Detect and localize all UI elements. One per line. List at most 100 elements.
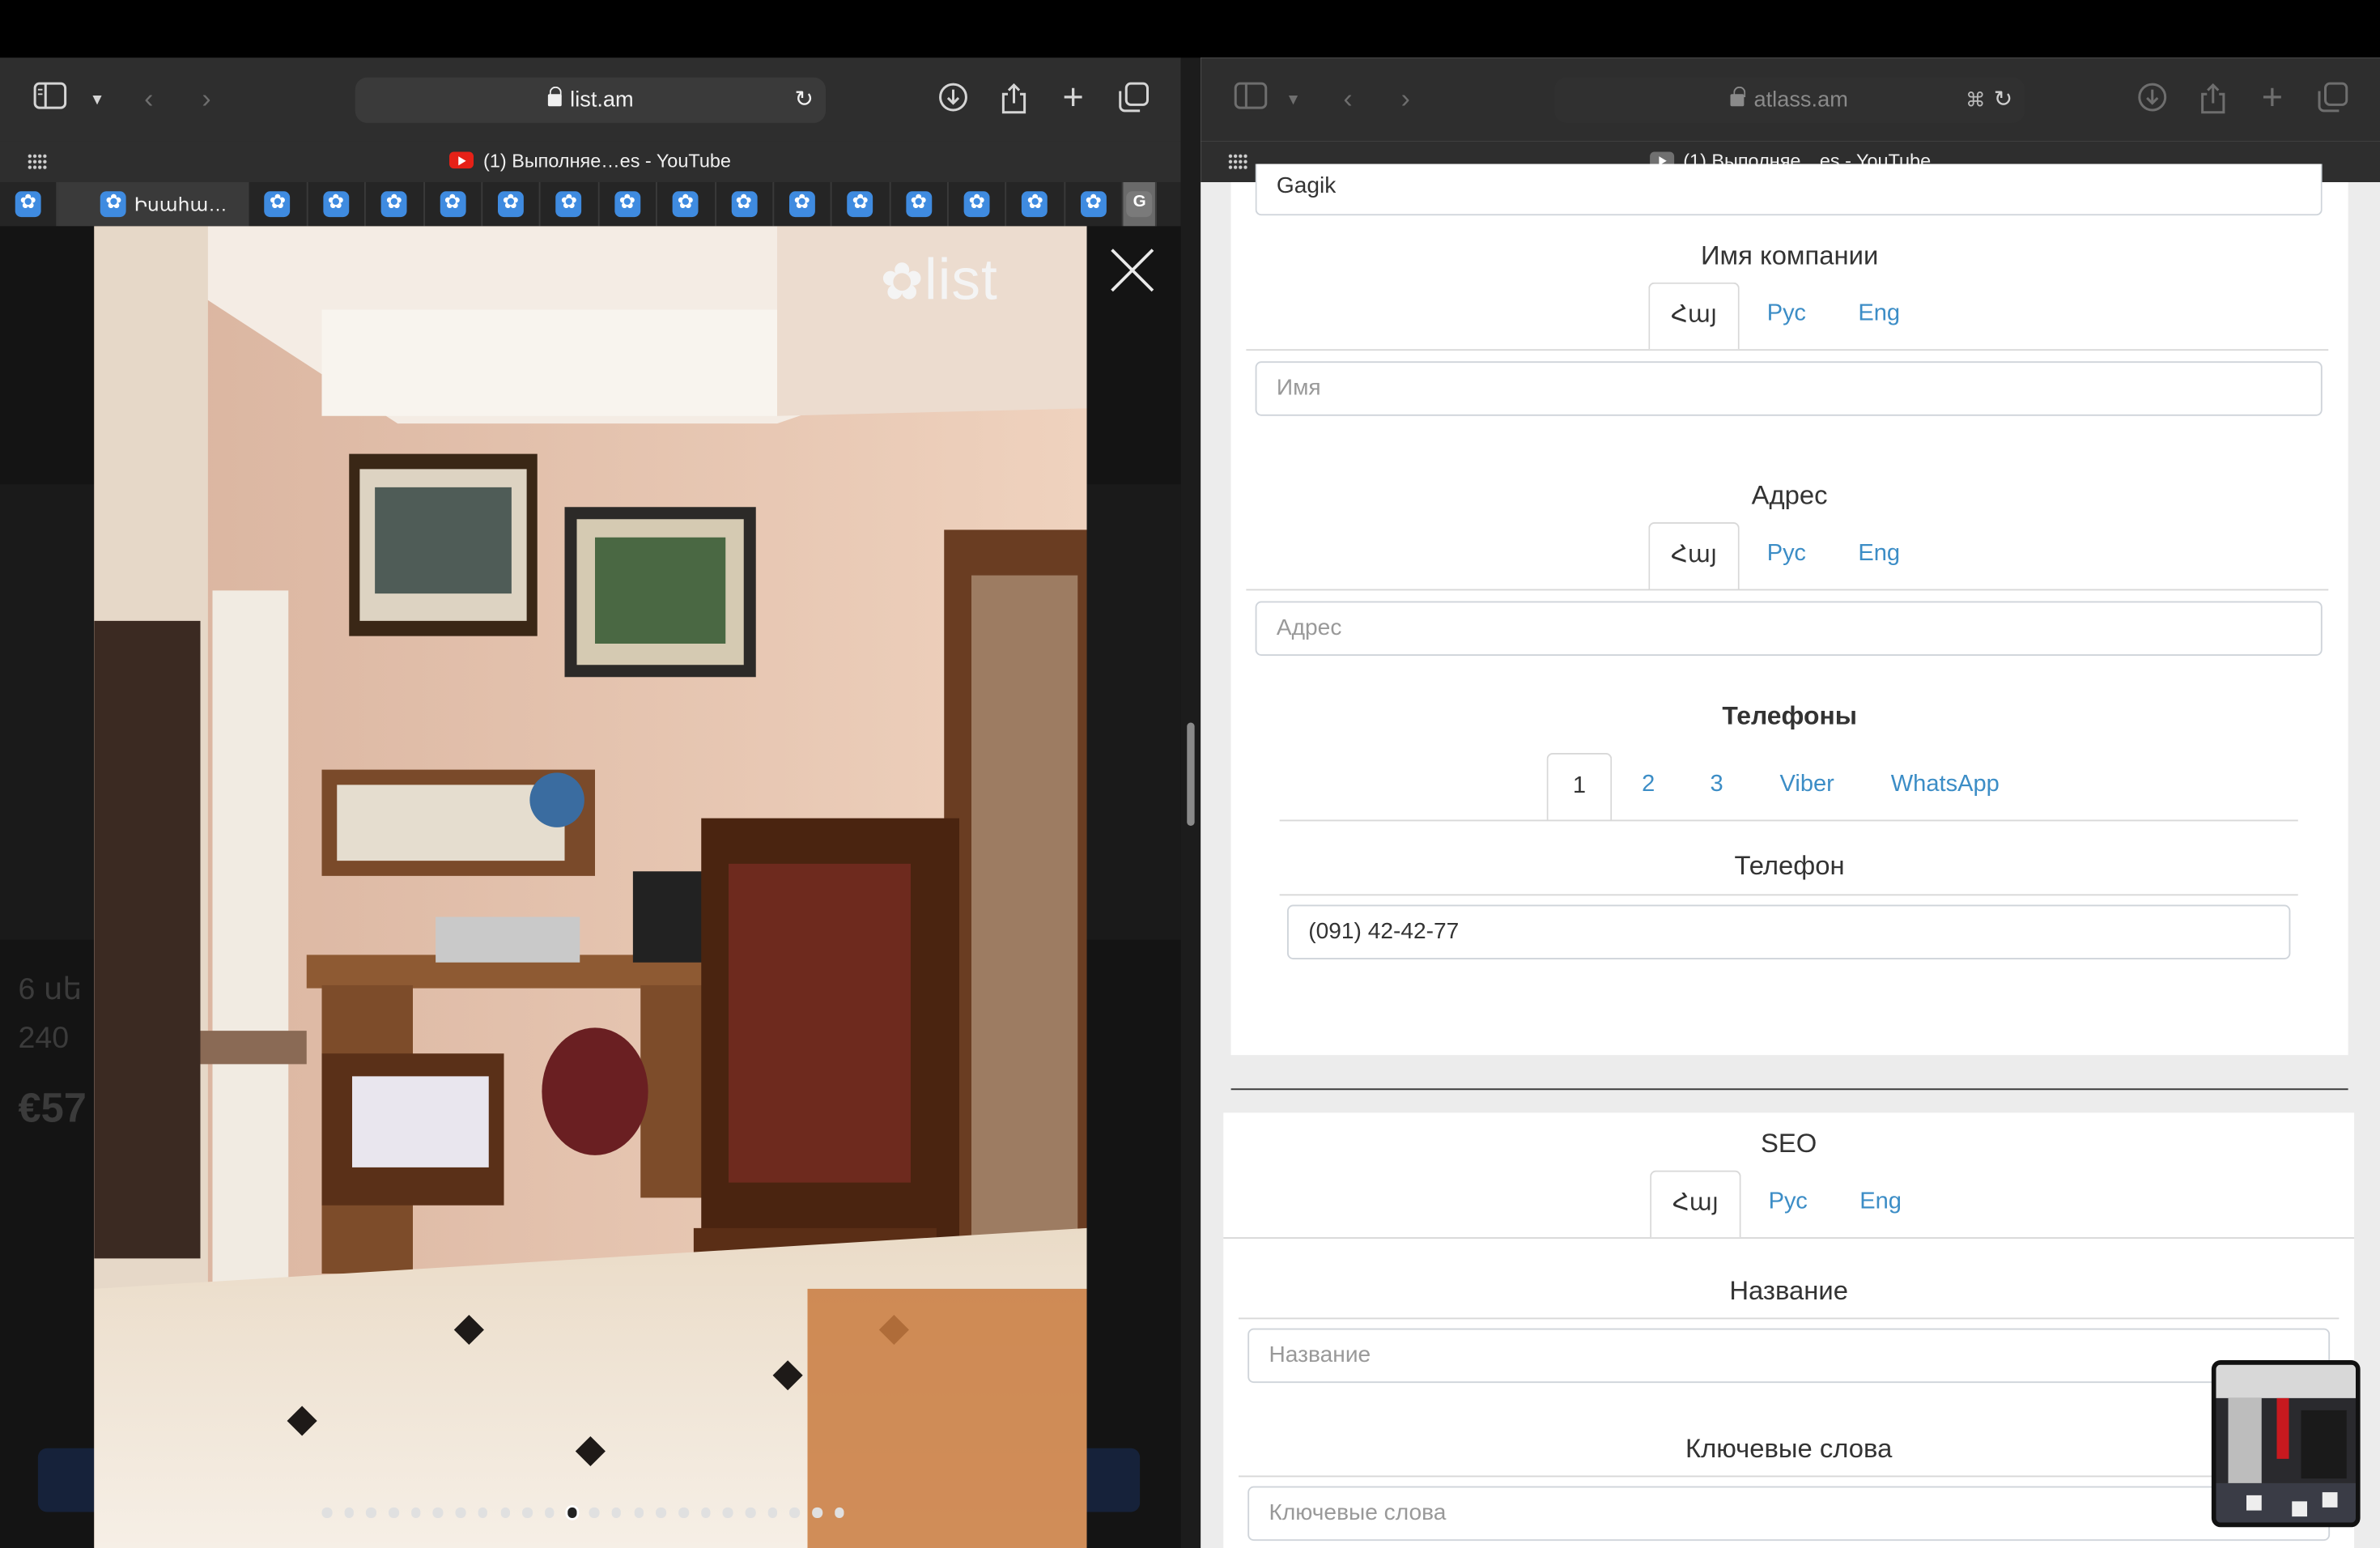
tab-ru[interactable]: Рус (1755, 522, 1819, 589)
pagination-dot[interactable] (767, 1507, 778, 1518)
tab-whatsapp[interactable]: WhatsApp (1881, 753, 2009, 820)
bookmark-tab[interactable] (366, 182, 425, 227)
tabs-overview-icon[interactable] (2314, 82, 2351, 115)
pagination-dot[interactable] (700, 1507, 711, 1518)
pagination-dot[interactable] (455, 1507, 465, 1518)
pagination-dot[interactable] (410, 1507, 421, 1518)
tab-phone-2[interactable]: 2 (1632, 753, 1665, 820)
bookmark-tab[interactable] (716, 182, 775, 227)
forward-icon[interactable]: › (1388, 82, 1424, 115)
pagination-dot[interactable] (366, 1507, 376, 1518)
pagination-dot[interactable] (656, 1507, 666, 1518)
pagination-dot[interactable] (789, 1507, 801, 1518)
pagination-dot[interactable] (389, 1507, 399, 1518)
address-bar[interactable]: list.am ↻ (355, 77, 826, 123)
chevron-down-icon[interactable]: ▾ (1275, 82, 1311, 115)
phone-input[interactable]: (091) 42-42-77 (1287, 904, 2291, 959)
bookmark-favicon-icon (439, 189, 465, 218)
company-name-input[interactable]: Имя (1255, 361, 2323, 416)
address-bar[interactable]: atlass.am ⌘ ↻ (1554, 77, 2025, 123)
bookmark-tab[interactable] (774, 182, 833, 227)
pagination-dot[interactable] (321, 1507, 332, 1518)
pagination-dot[interactable] (812, 1507, 822, 1518)
bookmark-tab-g[interactable] (1123, 182, 1158, 227)
listing-photo[interactable]: ✿list (94, 226, 1087, 1548)
room-photo-image (94, 226, 1087, 1548)
download-icon[interactable] (2134, 82, 2170, 115)
bookmark-tab[interactable] (541, 182, 600, 227)
download-icon[interactable] (935, 82, 971, 115)
bookmark-tab[interactable] (949, 182, 1008, 227)
bookmark-tab-active[interactable]: Իսահա… (57, 182, 250, 227)
reload-icon[interactable]: ↻ (794, 78, 814, 123)
back-icon[interactable]: ‹ (1330, 82, 1366, 115)
split-view-divider[interactable] (1180, 57, 1201, 1548)
pagination-dot[interactable] (611, 1507, 622, 1518)
url-text: atlass.am (1753, 87, 1848, 113)
pagination-dot[interactable] (745, 1507, 755, 1518)
right-browser-window: ▾ ‹ › atlass.am ⌘ ↻ + (1) Выполняе…es - (1201, 57, 2380, 1548)
tab-hy[interactable]: Հայ (1648, 282, 1740, 350)
tab-hy[interactable]: Հայ (1648, 522, 1740, 589)
active-tab[interactable]: (1) Выполняе…es - YouTube (0, 151, 1181, 172)
tab-phone-3[interactable]: 3 (1700, 753, 1733, 820)
bookmark-tab[interactable] (308, 182, 367, 227)
pagination-dot[interactable] (723, 1507, 733, 1518)
bookmark-favicon-icon (1022, 189, 1048, 218)
tab-ru[interactable]: Рус (1756, 1171, 1820, 1238)
tab-ru[interactable]: Рус (1755, 283, 1819, 350)
tab-en[interactable]: Eng (1847, 522, 1911, 589)
pagination-dot[interactable] (522, 1507, 533, 1518)
back-icon[interactable]: ‹ (130, 82, 167, 115)
bookmark-tab[interactable] (0, 182, 58, 227)
bookmark-tab[interactable] (890, 182, 950, 227)
address-input[interactable]: Адрес (1255, 601, 2323, 656)
bookmark-tab[interactable] (1007, 182, 1065, 227)
chevron-down-icon[interactable]: ▾ (79, 82, 116, 115)
list-logo-text: list (924, 249, 998, 313)
new-tab-icon[interactable]: + (1055, 79, 1091, 116)
bookmark-tab[interactable] (657, 182, 716, 227)
sidebar-icon[interactable] (32, 82, 68, 115)
new-tab-icon[interactable]: + (2254, 79, 2290, 116)
bookmark-favicon-icon (322, 189, 349, 218)
tab-phone-1[interactable]: 1 (1546, 753, 1613, 820)
pagination-dot[interactable] (634, 1507, 644, 1518)
tab-hy[interactable]: Հայ (1650, 1170, 1741, 1238)
tab-viber[interactable]: Viber (1766, 753, 1849, 820)
translate-icon[interactable]: ⌘ (1966, 78, 1985, 123)
sidebar-icon[interactable] (1233, 82, 1269, 115)
share-icon[interactable] (2195, 82, 2231, 115)
name-input[interactable]: Gagik (1255, 164, 2323, 216)
bookmark-tab[interactable] (249, 182, 308, 227)
pagination-dot-active[interactable] (567, 1507, 577, 1518)
reload-icon[interactable]: ↻ (1994, 78, 2013, 123)
tab-en[interactable]: Eng (1847, 283, 1911, 350)
pagination-dot[interactable] (544, 1507, 555, 1518)
tabs-overview-icon[interactable] (1116, 82, 1152, 115)
seo-keywords-label: Ключевые слова (1685, 1433, 1893, 1464)
pagination-dot[interactable] (478, 1507, 488, 1518)
bookmark-tab[interactable] (482, 182, 542, 227)
seo-keywords-input[interactable]: Ключевые слова (1247, 1486, 2331, 1542)
pagination-dot[interactable] (678, 1507, 689, 1518)
pagination-dot[interactable] (834, 1507, 845, 1518)
left-toolbar: ▾ ‹ › list.am ↻ + (0, 57, 1181, 142)
share-icon[interactable] (996, 82, 1032, 115)
picture-in-picture-video[interactable] (2211, 1360, 2361, 1528)
pagination-dot[interactable] (433, 1507, 444, 1518)
bookmark-tab[interactable] (599, 182, 658, 227)
bookmark-tab[interactable] (1065, 182, 1124, 227)
tab-underline (1246, 349, 2329, 351)
close-icon[interactable] (1108, 246, 1157, 295)
bookmark-tab[interactable] (424, 182, 483, 227)
pagination-dot[interactable] (344, 1507, 355, 1518)
split-view-grip[interactable] (1187, 722, 1195, 826)
pagination-dot[interactable] (589, 1507, 600, 1518)
forward-icon[interactable]: › (189, 82, 225, 115)
listing-price: €57 (18, 1085, 87, 1131)
tab-en[interactable]: Eng (1849, 1171, 1913, 1238)
seo-title-input[interactable]: Название (1247, 1328, 2331, 1384)
pagination-dot[interactable] (499, 1507, 510, 1518)
bookmark-tab[interactable] (832, 182, 891, 227)
